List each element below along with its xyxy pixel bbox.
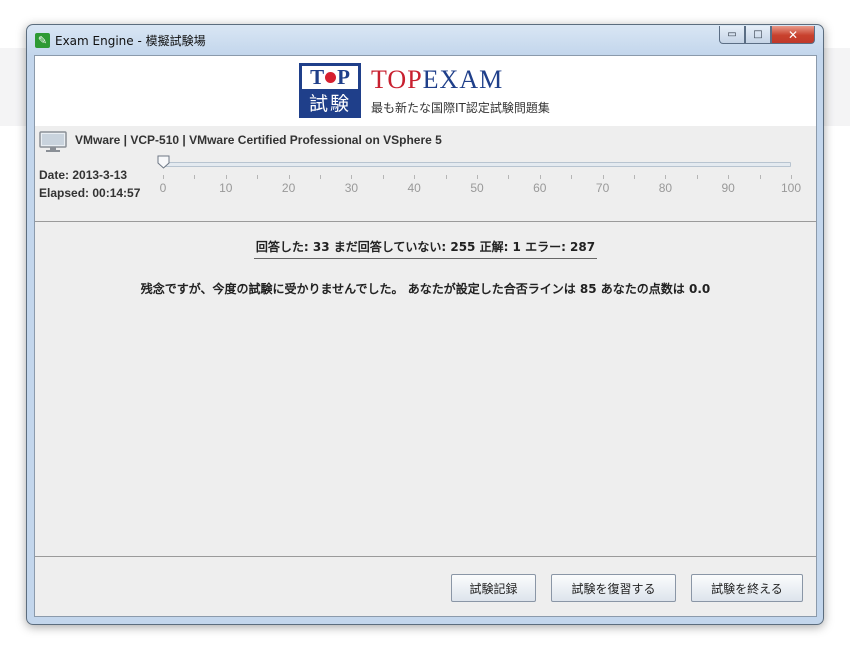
slider-tick <box>508 175 510 179</box>
slider-tick-label: 40 <box>407 181 421 195</box>
exam-name: VMware | VCP-510 | VMware Certified Prof… <box>75 133 442 147</box>
logo-top-text: TP <box>302 66 358 89</box>
slider-tick <box>225 175 227 179</box>
window-controls: ▭ □ ✕ <box>719 26 815 44</box>
slider-tick-label: 10 <box>219 181 233 195</box>
exam-date: Date: 2013-3-13 <box>39 168 128 182</box>
brand-name: TOPEXAM <box>371 65 504 94</box>
slider-tick-label: 30 <box>344 181 359 195</box>
slider-tick <box>414 175 416 179</box>
exam-engine-window: ✎ Exam Engine - 模擬試験場 ▭ □ ✕ TP 試験 TOPEXA… <box>26 24 824 625</box>
slider-tick <box>477 175 478 179</box>
slider-tick <box>728 175 730 179</box>
review-exam-button[interactable]: 試験を復習する <box>551 574 676 602</box>
slider-tick-label: 60 <box>533 181 547 195</box>
topexam-logo: TP 試験 <box>299 63 361 118</box>
results-panel: 回答した: 33 まだ回答していない: 255 正解: 1 エラー: 287 残… <box>35 221 816 557</box>
progress-slider[interactable]: 0 10 20 30 40 50 60 70 80 90 100 <box>157 153 801 203</box>
slider-tick <box>445 175 447 179</box>
slider-tick <box>539 175 541 179</box>
slider-tick <box>163 175 164 179</box>
title-bar[interactable]: ✎ Exam Engine - 模擬試験場 ▭ □ ✕ <box>27 25 823 55</box>
slider-thumb[interactable] <box>157 155 170 169</box>
slider-tick <box>759 175 761 179</box>
slider-tick <box>791 175 792 179</box>
slider-tick <box>194 175 196 179</box>
slider-tick <box>571 175 573 179</box>
slider-tick-label: 20 <box>281 181 296 195</box>
client-area: TP 試験 TOPEXAM 最も新たな国際IT認定試験問題集 VMware | … <box>34 55 817 617</box>
slider-tick-label: 70 <box>595 181 610 195</box>
slider-tick-label: 90 <box>721 181 735 195</box>
maximize-button[interactable]: □ <box>745 26 771 44</box>
brand-tagline: 最も新たな国際IT認定試験問題集 <box>371 101 550 115</box>
close-button[interactable]: ✕ <box>771 26 815 44</box>
slider-tick <box>602 175 604 179</box>
slider-tick <box>257 175 259 179</box>
slider-track[interactable] <box>163 162 791 167</box>
slider-tick <box>288 175 290 179</box>
slider-tick <box>665 175 667 179</box>
brand-banner: TP 試験 TOPEXAM 最も新たな国際IT認定試験問題集 <box>35 56 816 126</box>
slider-tick <box>351 175 353 179</box>
minimize-button[interactable]: ▭ <box>719 26 745 44</box>
slider-tick <box>320 175 321 179</box>
app-icon: ✎ <box>35 33 50 48</box>
slider-tick-label: 80 <box>658 181 673 195</box>
slider-tick <box>634 175 635 179</box>
logo-bottom-text: 試験 <box>308 93 351 115</box>
answer-stats: 回答した: 33 まだ回答していない: 255 正解: 1 エラー: 287 <box>35 238 816 259</box>
slider-tick-label: 50 <box>470 181 484 195</box>
elapsed-time: Elapsed: 00:14:57 <box>39 186 141 200</box>
finish-exam-button[interactable]: 試験を終える <box>691 574 803 602</box>
result-message: 残念ですが、今度の試験に受かりませんでした。 あなたが設定した合否ラインは 85… <box>140 282 711 296</box>
slider-tick <box>696 175 698 179</box>
exam-record-button[interactable]: 試験記録 <box>451 574 536 602</box>
slider-tick-label: 0 <box>159 181 167 195</box>
slider-tick <box>382 175 384 179</box>
slider-tick-label: 100 <box>780 181 802 195</box>
monitor-icon <box>39 131 67 152</box>
window-title: Exam Engine - 模擬試験場 <box>55 34 206 48</box>
